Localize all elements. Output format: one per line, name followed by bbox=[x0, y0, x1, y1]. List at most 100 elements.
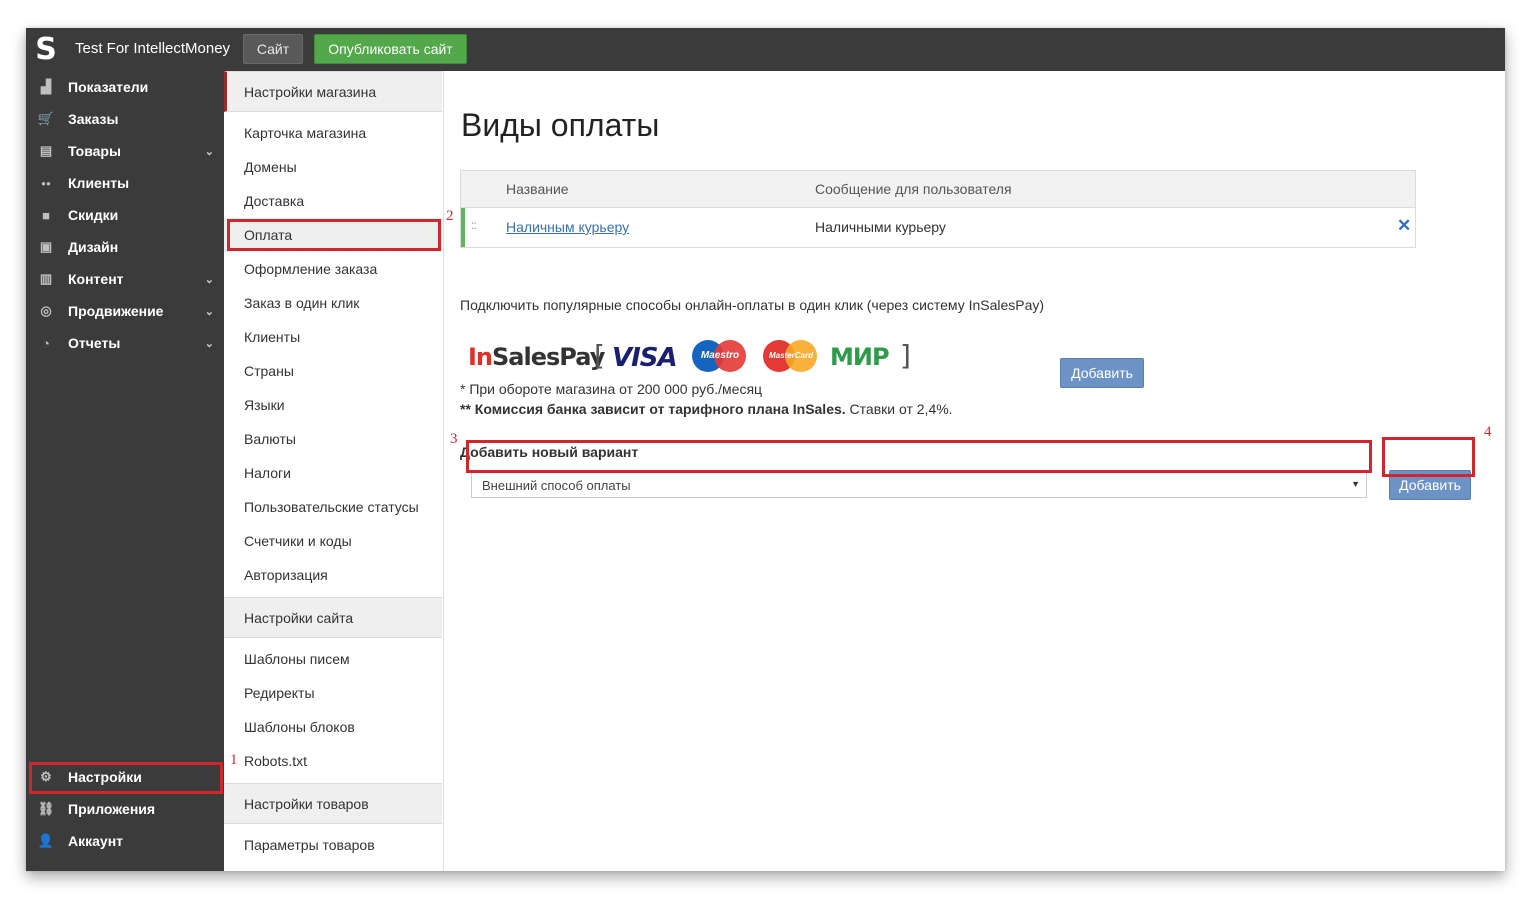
add-new-variant-label: Добавить новый вариант bbox=[460, 444, 639, 460]
sidebar: ▟ Показатели 🛒 Заказы ▤ Товары ⌄ ●● Клие… bbox=[26, 71, 224, 871]
settings-item-counters[interactable]: Счетчики и коды bbox=[224, 524, 442, 558]
sidebar-item-orders[interactable]: 🛒 Заказы bbox=[26, 103, 224, 135]
sidebar-item-clients[interactable]: ●● Клиенты bbox=[26, 167, 224, 199]
sidebar-item-reports[interactable]: ◔ Отчеты ⌄ bbox=[26, 327, 224, 359]
column-header-message: Сообщение для пользователя bbox=[815, 181, 1012, 197]
shop-name: Test For IntellectMoney bbox=[75, 40, 231, 57]
settings-item-delivery[interactable]: Доставка bbox=[224, 184, 442, 218]
sidebar-item-label: Товары bbox=[68, 143, 121, 159]
cart-icon: 🛒 bbox=[37, 111, 55, 126]
chevron-down-icon[interactable]: ⌄ bbox=[205, 145, 214, 158]
annotation-number-4: 4 bbox=[1484, 424, 1492, 440]
bracket-open: [ bbox=[594, 339, 605, 372]
delete-icon[interactable]: ✕ bbox=[1397, 216, 1411, 236]
payment-logos: InSalesPay [ VISA Maestro MasterCard МИР… bbox=[468, 339, 928, 375]
mir-logo: МИР bbox=[830, 343, 890, 371]
bracket-close: ] bbox=[900, 339, 911, 372]
insalespay-logo-in: In bbox=[468, 343, 493, 371]
settings-section-site[interactable]: Настройки сайта bbox=[224, 597, 442, 638]
gear-icon: ⚙ bbox=[40, 769, 52, 784]
settings-item-currencies[interactable]: Валюты bbox=[224, 422, 442, 456]
sidebar-item-content[interactable]: ▥ Контент ⌄ bbox=[26, 263, 224, 295]
users-icon: ●● bbox=[41, 178, 51, 188]
sidebar-item-discounts[interactable]: ■ Скидки bbox=[26, 199, 224, 231]
mastercard-logo: MasterCard bbox=[763, 339, 819, 373]
annotation-number-2: 2 bbox=[446, 208, 454, 224]
table-row: :: Наличным курьеру Наличными курьеру ✕ bbox=[461, 208, 1415, 247]
settings-section-goods[interactable]: Настройки товаров bbox=[224, 783, 442, 824]
settings-menu: Настройки магазина Карточка магазина Дом… bbox=[224, 71, 444, 871]
site-button[interactable]: Сайт bbox=[243, 34, 303, 64]
sidebar-item-label: Контент bbox=[68, 271, 124, 287]
sidebar-item-settings[interactable]: ⚙ Настройки bbox=[26, 761, 224, 793]
sidebar-item-label: Приложения bbox=[68, 801, 156, 817]
sidebar-item-label: Клиенты bbox=[68, 175, 130, 191]
sidebar-item-label: Настройки bbox=[68, 769, 142, 785]
chart-icon: ▟ bbox=[41, 79, 51, 94]
commission-note-rest: Ставки от 2,4%. bbox=[845, 401, 953, 417]
settings-item-languages[interactable]: Языки bbox=[224, 388, 442, 422]
settings-item-taxes[interactable]: Налоги bbox=[224, 456, 442, 490]
settings-item-product-params[interactable]: Параметры товаров bbox=[224, 828, 442, 862]
app-window: S Test For IntellectMoney Сайт Опубликов… bbox=[26, 28, 1505, 871]
sidebar-item-indicators[interactable]: ▟ Показатели bbox=[26, 71, 224, 103]
drag-handle-icon[interactable]: :: bbox=[471, 218, 477, 232]
commission-note-bold: ** Комиссия банка зависит от тарифного п… bbox=[460, 401, 846, 417]
settings-item-checkout[interactable]: Оформление заказа bbox=[224, 252, 442, 286]
main-content: Виды оплаты Название Сообщение для польз… bbox=[444, 71, 1505, 871]
settings-item-payment[interactable]: Оплата bbox=[224, 218, 442, 252]
visa-logo: VISA bbox=[612, 343, 678, 373]
settings-item-countries[interactable]: Страны bbox=[224, 354, 442, 388]
turnover-note: * При обороте магазина от 200 000 руб./м… bbox=[460, 381, 763, 397]
settings-section-shop[interactable]: Настройки магазина bbox=[224, 71, 442, 112]
top-bar: S Test For IntellectMoney Сайт Опубликов… bbox=[26, 28, 1505, 71]
sidebar-item-label: Продвижение bbox=[68, 303, 164, 319]
gift-icon: ■ bbox=[42, 207, 50, 223]
insales-logo-icon[interactable]: S bbox=[26, 28, 66, 71]
publish-site-button[interactable]: Опубликовать сайт bbox=[314, 34, 467, 64]
annotation-number-3: 3 bbox=[450, 431, 458, 447]
pie-icon: ◔ bbox=[42, 335, 50, 351]
settings-item-auth[interactable]: Авторизация bbox=[224, 558, 442, 592]
payment-method-link[interactable]: Наличным курьеру bbox=[506, 219, 629, 235]
sidebar-item-apps[interactable]: ⛓ Приложения bbox=[26, 793, 224, 825]
connect-insalespay-text: Подключить популярные способы онлайн-опл… bbox=[460, 297, 1045, 313]
sidebar-item-products[interactable]: ▤ Товары ⌄ bbox=[26, 135, 224, 167]
sidebar-item-label: Дизайн bbox=[68, 239, 119, 255]
table-header: Название Сообщение для пользователя bbox=[461, 171, 1415, 208]
settings-item-domains[interactable]: Домены bbox=[224, 150, 442, 184]
sidebar-item-label: Скидки bbox=[68, 207, 119, 223]
sidebar-item-promotion[interactable]: ◎ Продвижение ⌄ bbox=[26, 295, 224, 327]
sidebar-item-label: Отчеты bbox=[68, 335, 121, 351]
add-insalespay-button[interactable]: Добавить bbox=[1060, 358, 1144, 388]
mastercard-text: MasterCard bbox=[768, 351, 813, 360]
chevron-down-icon[interactable]: ⌄ bbox=[205, 337, 214, 350]
add-payment-button[interactable]: Добавить bbox=[1389, 470, 1471, 500]
sidebar-item-design[interactable]: ▣ Дизайн bbox=[26, 231, 224, 263]
files-icon: ▥ bbox=[39, 271, 53, 286]
settings-item-redirects[interactable]: Редиректы bbox=[224, 676, 442, 710]
chevron-down-icon[interactable]: ⌄ bbox=[205, 305, 214, 318]
sidebar-item-label: Показатели bbox=[68, 79, 149, 95]
payment-methods-table: Название Сообщение для пользователя :: Н… bbox=[460, 170, 1416, 248]
settings-item-block-templates[interactable]: Шаблоны блоков bbox=[224, 710, 442, 744]
sidebar-item-account[interactable]: 👤 Аккаунт bbox=[26, 825, 224, 857]
settings-item-custom-statuses[interactable]: Пользовательские статусы bbox=[224, 490, 442, 524]
settings-item-email-templates[interactable]: Шаблоны писем bbox=[224, 642, 442, 676]
commission-note: ** Комиссия банка зависит от тарифного п… bbox=[460, 401, 953, 417]
annotation-number-1: 1 bbox=[230, 752, 238, 768]
settings-item-clients[interactable]: Клиенты bbox=[224, 320, 442, 354]
insalespay-logo-rest: SalesPay bbox=[492, 343, 605, 371]
image-icon: ▣ bbox=[39, 239, 53, 254]
settings-item-shop-card[interactable]: Карточка магазина bbox=[224, 116, 442, 150]
settings-item-one-click[interactable]: Заказ в один клик bbox=[224, 286, 442, 320]
sidebar-item-label: Аккаунт bbox=[68, 833, 124, 849]
page-title: Виды оплаты bbox=[461, 107, 660, 143]
payment-method-message: Наличными курьеру bbox=[815, 219, 946, 235]
chevron-down-icon[interactable]: ⌄ bbox=[205, 273, 214, 286]
sidebar-item-label: Заказы bbox=[68, 111, 119, 127]
settings-item-robots[interactable]: Robots.txt bbox=[224, 744, 442, 778]
dropdown-arrow-icon[interactable]: ▼ bbox=[1351, 479, 1360, 489]
payment-type-select[interactable]: Внешний способ оплаты ▼ bbox=[471, 472, 1367, 498]
link-icon: ⛓ bbox=[37, 801, 55, 816]
